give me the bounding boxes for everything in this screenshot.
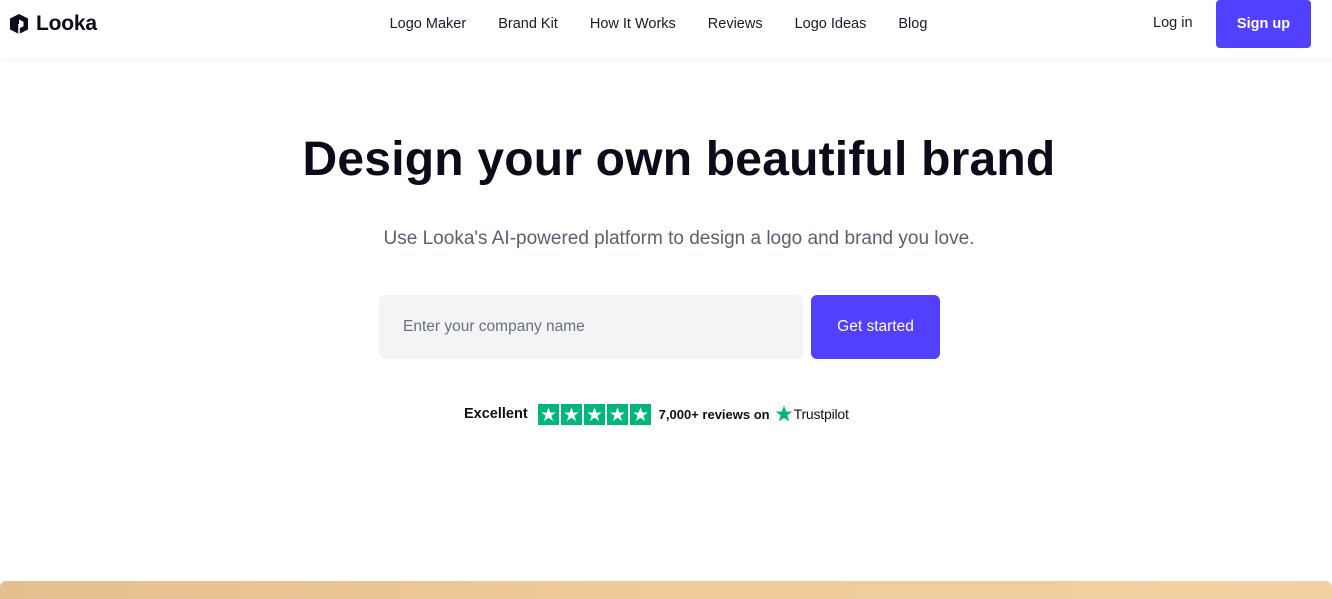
star-icon: [629, 403, 651, 425]
hero-image-band: [0, 581, 1332, 599]
star-icon: [537, 403, 559, 425]
looka-logo[interactable]: Looka: [8, 12, 97, 35]
rating-stars: [537, 403, 651, 425]
nav-brand-kit[interactable]: Brand Kit: [498, 16, 558, 32]
nav-logo-maker[interactable]: Logo Maker: [390, 16, 467, 32]
looka-logo-icon: [10, 14, 28, 34]
get-started-button[interactable]: Get started: [811, 295, 940, 359]
main-nav: Logo Maker Brand Kit How It Works Review…: [0, 0, 1332, 48]
nav-blog[interactable]: Blog: [898, 16, 927, 32]
brand-name: Looka: [36, 12, 97, 35]
login-link[interactable]: Log in: [1153, 15, 1193, 31]
star-icon: [583, 403, 605, 425]
hero-subtitle: Use Looka's AI-powered platform to desig…: [383, 228, 975, 249]
rating-label: Excellent: [464, 406, 528, 422]
nav-logo-ideas[interactable]: Logo Ideas: [795, 16, 867, 32]
hero-title: Design your own beautiful brand: [302, 133, 1056, 186]
star-icon: [606, 403, 628, 425]
trustpilot-star-icon: [775, 405, 793, 422]
nav-reviews[interactable]: Reviews: [708, 16, 763, 32]
reviews-count: 7,000+ reviews on: [658, 406, 770, 422]
company-name-form: Get started: [379, 295, 940, 359]
signup-button[interactable]: Sign up: [1216, 0, 1311, 48]
site-header: Looka Logo Maker Brand Kit How It Works …: [0, 0, 1332, 58]
star-icon: [560, 403, 582, 425]
trustpilot-wordmark: Trustpilot: [793, 406, 849, 422]
trustpilot-rating[interactable]: Excellent 7,000+ reviews on Trustpilot: [464, 403, 849, 425]
company-name-input[interactable]: [379, 295, 803, 359]
nav-how-it-works[interactable]: How It Works: [590, 16, 676, 32]
nav-links: Logo Maker Brand Kit How It Works Review…: [390, 16, 928, 32]
